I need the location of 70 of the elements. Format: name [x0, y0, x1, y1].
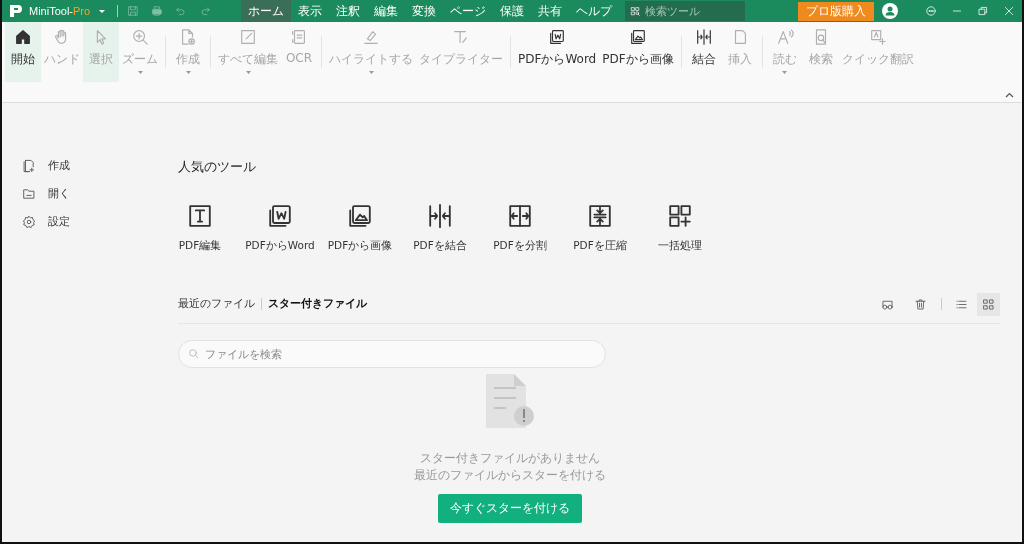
menu-tab[interactable]: ページ — [443, 0, 494, 22]
sidebar-item[interactable]: 作成 — [22, 159, 102, 173]
menu-tab[interactable]: 変換 — [405, 0, 444, 22]
toolbar-button[interactable]: 開始 — [5, 22, 41, 82]
tool-button[interactable]: PDFを分割 — [480, 202, 560, 253]
printer-icon — [151, 5, 164, 17]
translate-icon — [868, 28, 887, 46]
section-title: 人気のツール — [178, 159, 257, 176]
restore-icon — [977, 5, 989, 17]
text-box-icon — [186, 202, 214, 230]
file-tab[interactable]: スター付きファイル — [268, 297, 367, 311]
tool-button[interactable]: PDFからWord — [240, 202, 320, 253]
menu-tab[interactable]: 保護 — [493, 0, 532, 22]
grid-view-icon — [982, 297, 995, 311]
highlighter-icon — [362, 28, 380, 46]
menu-tab[interactable]: 注釈 — [329, 0, 368, 22]
home-icon — [14, 28, 32, 46]
document-warning-icon — [484, 372, 536, 430]
file-plus-icon — [22, 159, 36, 173]
chevron-up-icon[interactable] — [1005, 92, 1014, 98]
file-plus-icon — [179, 28, 197, 46]
folder-icon — [22, 187, 36, 201]
search-icon — [188, 348, 199, 359]
word-file-icon — [266, 202, 294, 230]
batch-icon — [666, 202, 694, 230]
ocr-icon — [290, 28, 308, 46]
tool-button[interactable]: PDF編集 — [160, 202, 240, 253]
toolbar-button[interactable]: PDFから画像 — [599, 22, 677, 82]
redo-icon — [199, 5, 212, 17]
edition-label: Pro — [73, 5, 91, 17]
undo-icon — [175, 5, 188, 17]
search-field[interactable]: ファイルを検索 — [178, 340, 606, 368]
close-icon — [1003, 5, 1015, 17]
app-name: MiniTool- — [29, 5, 73, 17]
tool-button[interactable]: PDFを圧縮 — [560, 202, 640, 253]
chat-icon — [925, 5, 937, 17]
word-file-icon — [548, 28, 567, 46]
file-tab[interactable]: 最近のファイル — [178, 297, 255, 311]
tool-button[interactable]: 一括処理 — [640, 202, 720, 253]
buy-button[interactable]: プロ版購入 — [798, 1, 874, 21]
image-file-icon — [628, 28, 647, 46]
star-now-button[interactable]: 今すぐスターを付ける — [438, 494, 582, 523]
menu-tab[interactable]: 共有 — [531, 0, 570, 22]
merge-icon — [426, 202, 454, 230]
split-icon — [506, 202, 534, 230]
sidebar-item[interactable]: 開く — [22, 187, 102, 201]
logo-icon — [9, 4, 23, 18]
search-field[interactable]: 検索ツール — [625, 1, 746, 21]
menu-tab[interactable]: ホーム — [241, 0, 292, 22]
tool-button[interactable]: PDFを結合 — [400, 202, 480, 253]
menu-tab[interactable]: 編集 — [367, 0, 406, 22]
avatar-icon[interactable] — [882, 3, 898, 19]
zoom-in-icon — [131, 28, 149, 46]
text-cursor-icon — [452, 28, 470, 46]
speaker-text-icon — [775, 28, 794, 46]
settings-icon — [22, 215, 36, 229]
toolbar-button[interactable]: PDFからWord — [515, 22, 600, 82]
menu-tab[interactable]: 表示 — [291, 0, 330, 22]
image-file-icon — [346, 202, 374, 230]
merge-icon — [694, 28, 713, 46]
edit-icon — [239, 28, 257, 46]
tool-button[interactable]: PDFから画像 — [320, 202, 400, 253]
empty-hint: 最近のファイルからスターを付ける — [414, 467, 606, 484]
compress-icon — [586, 202, 614, 230]
save-icon — [127, 5, 140, 17]
toolbar-button[interactable]: 結合 — [685, 22, 722, 82]
sidebar-item[interactable]: 設定 — [22, 215, 102, 229]
empty-message: スター付きファイルがありません — [420, 450, 600, 467]
menu-tab[interactable]: ヘルプ — [569, 0, 620, 22]
view-toggle-button[interactable] — [977, 292, 1000, 316]
